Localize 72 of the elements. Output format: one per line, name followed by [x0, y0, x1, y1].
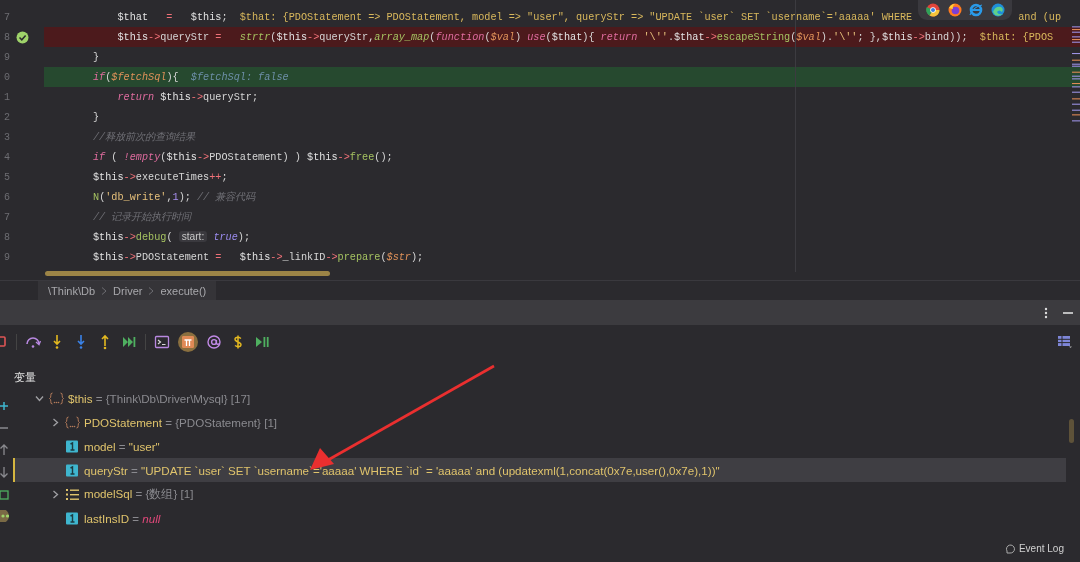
primitive-icon	[65, 511, 80, 525]
line-number: 4	[3, 151, 10, 163]
chevron-right-icon[interactable]	[51, 417, 60, 427]
line-number: 7	[3, 211, 10, 223]
arrow-up-icon[interactable]	[0, 444, 9, 456]
scrollbar-thumb[interactable]	[1069, 419, 1074, 443]
speech-bubble-icon[interactable]	[1004, 543, 1015, 554]
code-line: $this->executeTimes++;	[93, 171, 228, 183]
code-line: if ( !empty($this->PDOStatement) ) $this->free();	[93, 151, 393, 163]
variable-row[interactable]: model = "user"	[13, 434, 1066, 458]
scrollbar-thumb[interactable]	[45, 271, 330, 276]
line-number: 3	[3, 131, 10, 143]
at-sign-icon[interactable]	[206, 333, 222, 350]
braces-icon	[65, 415, 80, 429]
code-line: //释放前次的查询结果	[93, 131, 196, 144]
event-log-link[interactable]: Event Log	[1018, 543, 1064, 554]
braces-icon	[49, 391, 64, 405]
line-number: 9	[3, 251, 10, 263]
breakpoint-check-icon[interactable]	[16, 30, 29, 44]
line-number: 9	[3, 51, 10, 63]
line-number: 8	[3, 231, 10, 243]
pi-icon[interactable]	[178, 331, 198, 352]
line-number: 5	[3, 171, 10, 183]
primitive-icon	[65, 463, 80, 477]
variable-row[interactable]: PDOStatement = {PDOStatement} [1]	[13, 410, 1066, 434]
code-line: N('db_write',1); // 兼容代码	[93, 190, 256, 204]
list-icon	[65, 487, 80, 501]
variable-row[interactable]: $this = {Think\Db\Driver\Mysql} [17]	[13, 386, 1066, 410]
browser-icon[interactable]	[969, 3, 983, 17]
line-number: 2	[3, 111, 10, 123]
code-line: // 记录开始执行时间	[93, 210, 192, 224]
console-icon[interactable]	[154, 333, 170, 350]
browser-icon[interactable]	[990, 3, 1005, 17]
browser-icon[interactable]	[926, 3, 940, 17]
copy-icon[interactable]	[0, 488, 9, 500]
line-number: 1	[3, 91, 10, 103]
variable-row[interactable]: lastInsID = null	[13, 506, 1066, 530]
variable-text: model = "user"	[84, 439, 160, 453]
code-line: and (up	[1018, 11, 1062, 23]
variable-row[interactable]: queryStr = "UPDATE `user` SET `username`='aaaaa' WHERE `id` = 'aaaaa' and (updatexml(1,concat(0x7e,user(),0x7e),1))"	[13, 458, 1066, 482]
variable-text: $this = {Think\Db\Driver\Mysql} [17]	[68, 391, 251, 405]
line-number: 6	[3, 191, 10, 203]
variable-row[interactable]: modelSql = {数组} [1]	[13, 482, 1066, 506]
variable-text: modelSql = {数组} [1]	[84, 486, 194, 502]
chevron-right-icon	[101, 286, 108, 295]
breadcrumb-item[interactable]: execute()	[160, 284, 207, 297]
code-line: }	[93, 111, 100, 123]
arrow-down-icon[interactable]	[0, 466, 9, 478]
chevron-right-icon	[148, 286, 155, 295]
breadcrumb-item[interactable]: Driver	[113, 284, 143, 297]
line-number: 0	[3, 71, 10, 83]
chevron-right-icon[interactable]	[51, 489, 60, 499]
code-line: }	[93, 51, 100, 63]
chevron-down-icon[interactable]	[35, 393, 44, 403]
code-line: if($fetchSql){ $fetchSql: false	[93, 71, 289, 83]
breadcrumb-item[interactable]: \Think\Db	[48, 284, 96, 297]
variable-text: queryStr = "UPDATE `user` SET `username`='aaaaa' WHERE `id` = 'aaaaa' and (updatexml(1,concat(0x7e,user(),0x7e),1))"	[84, 463, 720, 477]
code-line: $that = $this; $that: {PDOStatement => PDOStatement, model => "user", queryStr => "UPDATE `user` SET `username`='aaaaa' WHERE	[116, 11, 913, 23]
variable-text: PDOStatement = {PDOStatement} [1]	[84, 415, 278, 429]
code-line: $this->queryStr = strtr($this->queryStr,array_map(function($val) use($that){ return '\''.$that->escapeString($val).'\''; },$this->bind)); $that: {PDOS	[116, 31, 1054, 43]
code-line: $this->PDOStatement = $this->_linkID->prepare($str);	[93, 251, 424, 263]
browser-icon[interactable]	[947, 3, 962, 17]
variable-text: lastInsID = null	[84, 511, 161, 525]
layout-icon[interactable]	[1058, 335, 1072, 348]
line-number: 7	[3, 11, 10, 23]
primitive-icon	[65, 439, 80, 453]
variables-label: 变量	[14, 371, 36, 383]
add-icon[interactable]	[0, 400, 9, 412]
code-line: $this->debug( start: true);	[93, 231, 251, 243]
stop-icon[interactable]	[0, 333, 8, 350]
line-number: 8	[3, 31, 10, 43]
code-line: return $this->queryStr;	[116, 91, 259, 103]
